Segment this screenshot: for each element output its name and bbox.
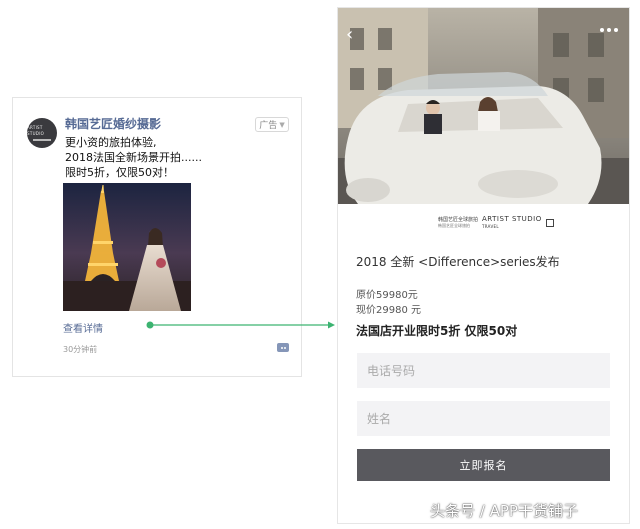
more-comment-icon[interactable] [277, 343, 289, 352]
ad-text-line: 限时5折，仅限50对！ [65, 166, 174, 179]
avatar[interactable]: ARTIST STUDIO [27, 118, 57, 148]
chevron-down-icon: ▼ [279, 120, 285, 129]
current-price: 现价29980 元 [356, 305, 421, 316]
ad-text-line: 更小资的旅拍体验, [65, 136, 157, 149]
watermark: 头条号 / APP干货铺子 [430, 502, 578, 520]
connector-arrow-icon [146, 321, 335, 329]
brand-en: ARTIST STUDIO [482, 215, 542, 223]
landing-page: ‹ 韩国艺匠全球旅拍 韩国艺匠全球旅拍 ARTIST STUDIO TRAVEL… [337, 7, 630, 524]
original-price: 原价59980元 [356, 290, 418, 301]
brand-logo: 韩国艺匠全球旅拍 韩国艺匠全球旅拍 ARTIST STUDIO TRAVEL [438, 216, 554, 230]
post-time: 30分钟前 [63, 345, 98, 354]
back-icon[interactable]: ‹ [346, 26, 353, 44]
phone-input[interactable] [357, 353, 610, 388]
ad-tag[interactable]: 广告 ▼ [255, 117, 289, 132]
view-details-link[interactable]: 查看详情 [63, 320, 103, 335]
ad-text: 更小资的旅拍体验, 2018法国全新场景开拍...... 限时5折，仅限50对！ [65, 135, 295, 180]
account-name[interactable]: 韩国艺匠婚纱摄影 [65, 115, 161, 132]
wedding-car-photo: ‹ [338, 8, 629, 204]
avatar-underline [33, 139, 51, 141]
promo-text: 法国店开业限时5折 仅限50对 [356, 324, 518, 338]
brand-mark-icon [545, 219, 554, 227]
eiffel-tower-bride-photo[interactable] [63, 183, 191, 311]
signup-button[interactable]: 立即报名 [357, 449, 610, 481]
brand-cn-sub: 韩国艺匠全球旅拍 [438, 223, 470, 228]
series-title: 2018 全新 <Difference>series发布 [356, 255, 560, 269]
ad-text-line: 2018法国全新场景开拍...... [65, 151, 202, 164]
avatar-text: ARTIST STUDIO [27, 125, 45, 136]
more-menu-icon[interactable] [600, 28, 618, 32]
ad-tag-label: 广告 [259, 121, 278, 131]
brand-en-sub: TRAVEL [482, 224, 499, 229]
feed-ad-card: ARTIST STUDIO 韩国艺匠婚纱摄影 广告 ▼ 更小资的旅拍体验, 20… [12, 97, 302, 377]
name-input[interactable] [357, 401, 610, 436]
